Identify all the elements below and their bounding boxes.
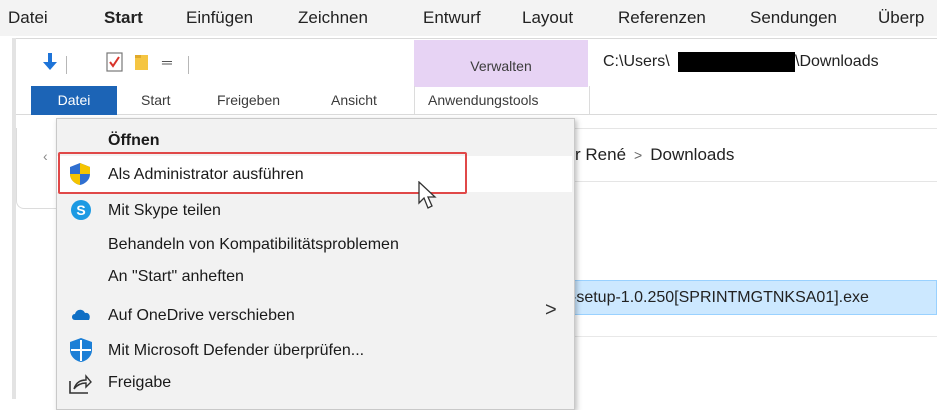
breadcrumb: r René > Downloads [575,145,734,165]
menu-item-defender-scan[interactable]: Mit Microsoft Defender überprüfen... [56,334,573,367]
word-tab-referenzen[interactable]: Referenzen [618,8,706,28]
word-tab-ueberpruefen[interactable]: Überp [878,8,924,28]
navigation-pane-corner [16,128,61,209]
menu-item-label: Freigabe [108,374,172,391]
qat-separator [66,56,67,74]
manage-tab-label[interactable]: Verwalten [414,58,588,74]
menu-item-pin-to-start[interactable]: An "Start" anheften [56,262,573,295]
qat-separator-2 [188,56,189,74]
submenu-chevron-icon: > [545,299,557,321]
word-tab-datei[interactable]: Datei [8,8,48,28]
defender-icon [68,337,92,362]
menu-item-label: Mit Microsoft Defender überprüfen... [108,342,365,359]
folder-icon[interactable] [134,52,150,77]
back-arrow-icon[interactable]: ‹ [43,148,48,164]
tab-share[interactable]: Freigeben [217,92,280,108]
breadcrumb-user[interactable]: r René [575,145,626,164]
svg-text:S: S [76,202,85,218]
menu-item-label: Öffnen [108,132,160,149]
word-tab-zeichnen[interactable]: Zeichnen [298,8,368,28]
menu-item-label: Auf OneDrive verschieben [108,307,295,324]
tab-view[interactable]: Ansicht [331,92,377,108]
file-name[interactable]: -setup-1.0.250[SPRINTMGTNKSA01].exe [571,289,869,307]
chevron-right-icon: > [634,147,643,163]
window-title-path: C:\Users\ [603,53,670,70]
word-tab-sendungen[interactable]: Sendungen [750,8,837,28]
word-tab-start[interactable]: Start [104,8,143,28]
word-tab-einfuegen[interactable]: Einfügen [186,8,253,28]
onedrive-icon [70,306,94,330]
breadcrumb-folder[interactable]: Downloads [650,145,734,164]
list-divider [560,336,937,337]
word-tab-layout[interactable]: Layout [522,8,573,28]
redacted-username [678,52,795,72]
word-ribbon-tabs: Datei Start Einfügen Zeichnen Entwurf La… [0,0,937,36]
tab-start[interactable]: Start [141,92,171,108]
checklist-icon[interactable] [106,52,124,77]
highlight-frame [58,152,467,194]
menu-item-label: Mit Skype teilen [108,202,221,219]
down-arrow-icon[interactable] [42,52,58,77]
menu-item-label: An "Start" anheften [108,268,244,285]
menu-item-share[interactable]: Freigabe [56,368,573,401]
tab-file-label[interactable]: Datei [31,92,117,108]
window-title-path-suffix: \Downloads [795,53,879,70]
tab-application-tools[interactable]: Anwendungstools [428,92,539,108]
skype-icon: S [70,199,94,223]
word-tab-entwurf[interactable]: Entwurf [423,8,481,28]
menu-item-share-skype[interactable]: S Mit Skype teilen [56,194,573,227]
customize-dropdown-icon[interactable]: ═ [162,54,172,70]
mouse-cursor-icon [418,180,438,216]
menu-item-label: Behandeln von Kompatibilitätsproblemen [108,236,399,253]
share-icon [68,373,92,397]
menu-item-move-onedrive[interactable]: Auf OneDrive verschieben [56,298,573,331]
menu-item-troubleshoot-compat[interactable]: Behandeln von Kompatibilitätsproblemen [56,228,573,261]
